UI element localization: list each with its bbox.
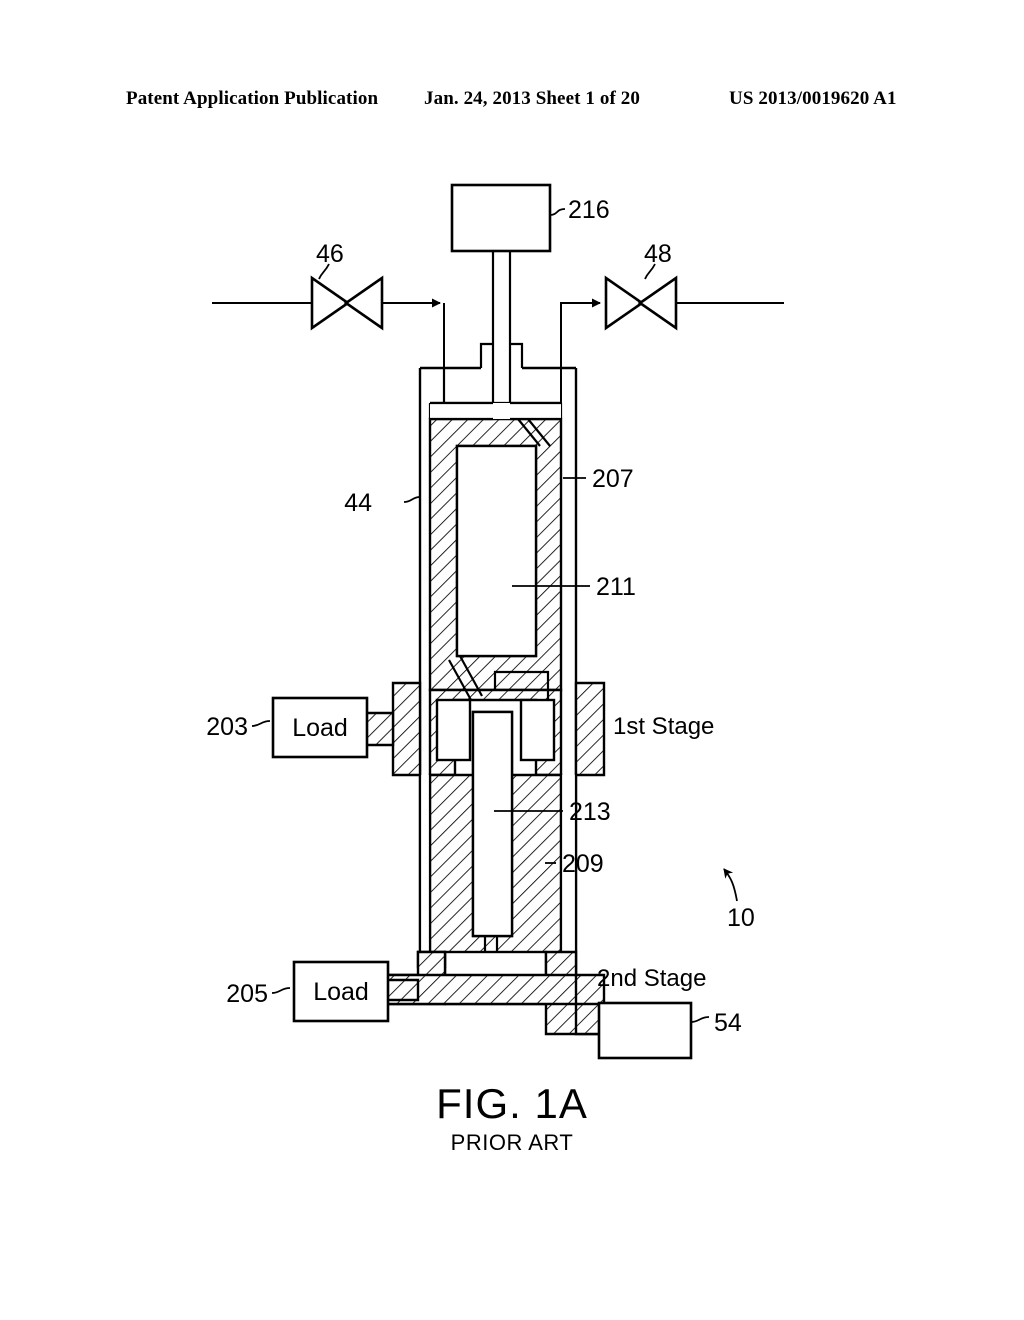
label-54: 54 (714, 1009, 742, 1037)
valve-48[interactable] (604, 275, 678, 331)
label-213: 213 (569, 798, 611, 826)
second-stage-label: 2nd Stage (597, 965, 706, 992)
heat-station-box-54 (597, 1001, 693, 1060)
label-209: 209 (562, 850, 604, 878)
label-203: 203 (206, 713, 248, 741)
figure-number: FIG. 1A (436, 1080, 588, 1127)
load-label-first-stage: Load (292, 714, 348, 742)
first-stage-label: 1st Stage (613, 713, 714, 740)
figure-caption: FIG. 1A PRIOR ART (0, 1080, 1024, 1156)
label-207: 207 (592, 465, 634, 493)
valve-46[interactable] (310, 275, 384, 331)
label-211: 211 (596, 573, 636, 601)
label-10: 10 (727, 904, 755, 932)
stage-text-labels: 1st Stage 2nd Stage (597, 713, 714, 992)
drive-motor-box (450, 183, 552, 253)
load-label-second-stage: Load (313, 978, 369, 1006)
label-205: 205 (226, 980, 268, 1008)
label-46: 46 (316, 240, 344, 268)
label-44: 44 (344, 489, 372, 517)
first-stage-displacer-body (428, 417, 563, 692)
label-48: 48 (644, 240, 672, 268)
upper-clearance-gap (430, 401, 561, 421)
figure-subtitle: PRIOR ART (450, 1130, 574, 1156)
label-216: 216 (568, 196, 610, 224)
drive-rod (491, 251, 512, 419)
patent-page: Patent Application Publication Jan. 24, … (0, 0, 1024, 1320)
